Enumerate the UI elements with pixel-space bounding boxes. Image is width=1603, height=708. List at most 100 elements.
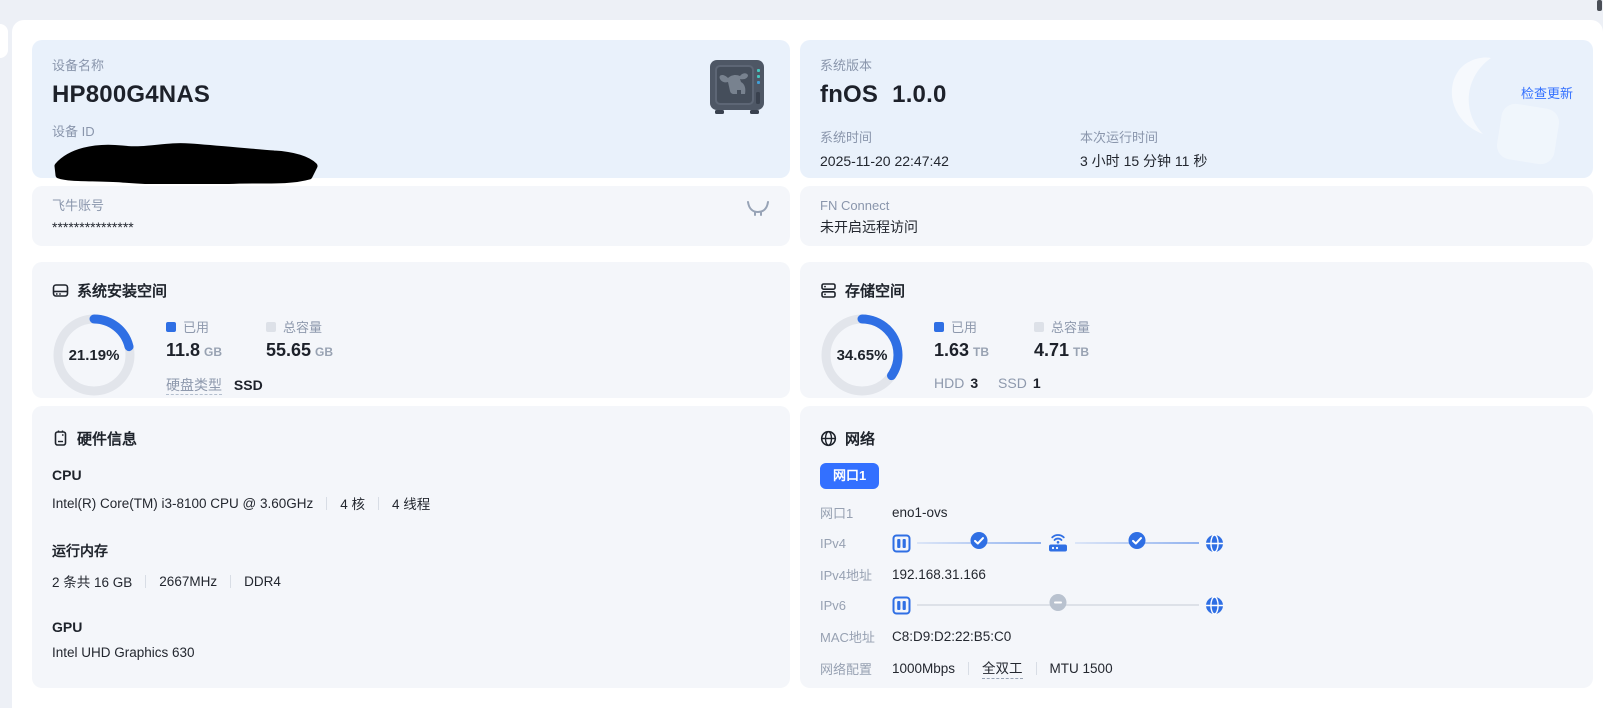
total-unit: TB [1073, 345, 1090, 359]
ipv6-label: IPv6 [820, 597, 847, 613]
check-update-link[interactable]: 检查更新 [1521, 83, 1573, 102]
port-tab-button[interactable]: 网口1 [820, 463, 880, 489]
ssd-count: 1 [1032, 375, 1041, 391]
gpu-label: GPU [52, 619, 83, 635]
used-legend-swatch [166, 321, 176, 332]
used-value: 1.63 [934, 340, 970, 360]
used-label: 已用 [951, 320, 978, 335]
total-unit: GB [315, 345, 334, 359]
ssd-label: SSD [998, 375, 1027, 391]
port-value: eno1-ovs [892, 504, 948, 520]
total-value: 55.65 [266, 340, 312, 360]
gpu-model: Intel UHD Graphics 630 [52, 645, 195, 660]
left-edge-notch [0, 24, 8, 58]
os-version: 1.0.0 [892, 81, 947, 108]
scrollbar-thumb[interactable] [1597, 0, 1602, 11]
device-name-label: 设备名称 [52, 58, 105, 73]
nas-node-icon [892, 534, 911, 552]
cpu-label: CPU [52, 467, 82, 483]
divider [1035, 661, 1037, 675]
internet-globe-icon [1206, 533, 1223, 553]
ram-label: 运行内存 [52, 543, 108, 559]
storage-card: 存储空间 34.65% 已用 1.63 TB 总容量 4.71 TB HDD 3… [800, 262, 1593, 398]
total-legend-swatch [266, 321, 276, 332]
disk-type-label[interactable]: 硬盘类型 [166, 377, 222, 395]
used-legend-swatch [934, 321, 944, 332]
net-config-mtu: MTU 1500 [1049, 660, 1113, 676]
ipv6-connectivity-diagram [892, 594, 1224, 615]
port-label: 网口1 [820, 505, 854, 521]
system-version-label: 系统版本 [820, 58, 873, 73]
os-name: fnOS [820, 81, 879, 108]
system-version-card: 系统版本 fnOS 1.0.0 检查更新 系统时间 2025-11-20 22:… [800, 40, 1593, 178]
hdd-label: HDD [934, 375, 965, 391]
net-config-speed: 1000Mbps [892, 660, 956, 676]
ram-speed: 2667MHz [159, 573, 218, 589]
mac-label: MAC地址 [820, 629, 875, 645]
nas-device-icon [710, 60, 764, 114]
net-config-duplex[interactable]: 全双工 [982, 657, 1023, 679]
dashboard-panel: 设备名称 HP800G4NAS 设备 ID 系统版本 fnOS 1.0.0 检查… [12, 20, 1603, 708]
system-time-value: 2025-11-20 22:47:42 [820, 153, 949, 169]
nas-node-icon [892, 596, 911, 614]
network-icon [820, 430, 837, 447]
check-badge-icon [970, 532, 988, 549]
account-label: 飞牛账号 [52, 198, 105, 213]
network-card: 网络 网口1 网口1 eno1-ovs IPv4 IPv4地址 192.168.… [800, 406, 1593, 688]
used-label: 已用 [183, 320, 210, 335]
cpu-model: Intel(R) Core(TM) i3-8100 CPU @ 3.60GHz [52, 495, 314, 511]
storage-donut: 34.65% [821, 314, 903, 396]
ipv4-label: IPv4 [820, 535, 847, 551]
system-space-percent: 21.19% [69, 347, 120, 364]
hardware-icon [54, 430, 67, 446]
total-legend-swatch [1034, 321, 1044, 332]
ipv4-addr-value: 192.168.31.166 [892, 566, 986, 582]
disk-icon [52, 284, 69, 297]
network-title: 网络 [845, 431, 876, 448]
divider [145, 574, 147, 588]
mac-value: C8:D9:D2:22:B5:C0 [892, 628, 1012, 644]
check-badge-icon [1128, 532, 1146, 549]
used-unit: GB [204, 345, 223, 359]
ram-size: 2 条共 16 GB [52, 575, 133, 590]
system-space-card: 系统安装空间 21.19% 已用 11.8 GB 总容量 55.65 GB 硬盘… [32, 262, 790, 398]
fn-connect-card: FN Connect 未开启远程访问 [800, 186, 1593, 246]
device-id-label: 设备 ID [52, 124, 95, 139]
cpu-cores: 4 核 [340, 497, 366, 512]
divider [326, 496, 328, 510]
ipv4-addr-label: IPv4地址 [820, 567, 873, 583]
ram-type: DDR4 [244, 573, 281, 589]
internet-globe-icon [1206, 595, 1223, 615]
disconnected-badge-icon [1049, 594, 1067, 611]
device-card: 设备名称 HP800G4NAS 设备 ID [32, 40, 790, 184]
fn-connect-value: 未开启远程访问 [820, 219, 918, 235]
total-value: 4.71 [1034, 340, 1070, 360]
hardware-card: 硬件信息 CPU Intel(R) Core(TM) i3-8100 CPU @… [32, 406, 790, 688]
storage-title: 存储空间 [845, 283, 906, 300]
server-stack-icon [821, 283, 836, 298]
used-unit: TB [973, 345, 990, 359]
system-time-label: 系统时间 [820, 130, 873, 145]
disk-type-value: SSD [233, 377, 263, 393]
account-card: 飞牛账号 *************** [32, 186, 790, 246]
ipv4-connectivity-diagram [892, 532, 1224, 553]
divider [968, 661, 970, 675]
hardware-title: 硬件信息 [77, 431, 138, 448]
net-config-label: 网络配置 [820, 661, 873, 677]
used-value: 11.8 [166, 340, 201, 360]
divider [230, 574, 232, 588]
hdd-count: 3 [970, 375, 979, 391]
fn-connect-label: FN Connect [820, 198, 890, 213]
router-icon [1049, 534, 1067, 552]
cpu-threads: 4 线程 [392, 497, 431, 512]
uptime-value: 3 小时 15 分钟 11 秒 [1080, 153, 1208, 169]
system-space-donut: 21.19% [53, 314, 135, 396]
fn-horns-icon [747, 201, 769, 216]
account-value: *************** [52, 219, 134, 235]
device-name: HP800G4NAS [52, 81, 211, 108]
total-label: 总容量 [1051, 320, 1091, 335]
device-id-redaction [54, 143, 318, 184]
uptime-label: 本次运行时间 [1080, 130, 1159, 145]
divider [378, 496, 380, 510]
total-label: 总容量 [283, 320, 323, 335]
